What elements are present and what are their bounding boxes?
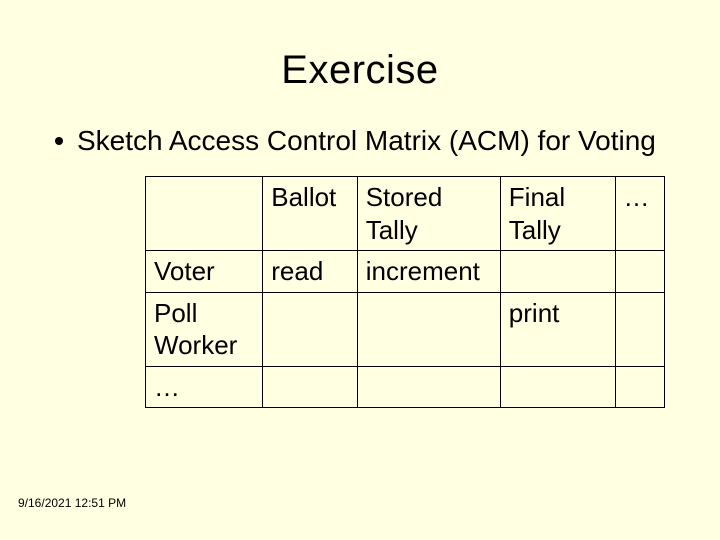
slide-title: Exercise <box>0 0 720 93</box>
cell <box>500 251 615 293</box>
table-header-row: Ballot Stored Tally Final Tally … <box>146 177 665 251</box>
header-cell-stored-tally: Stored Tally <box>357 177 500 251</box>
cell <box>357 292 500 366</box>
header-cell-ballot: Ballot <box>263 177 357 251</box>
bullet-dot <box>55 137 63 145</box>
acm-table: Ballot Stored Tally Final Tally … Voter … <box>145 176 665 408</box>
table-row: Poll Worker print <box>146 292 665 366</box>
cell <box>357 366 500 408</box>
slide: Exercise Sketch Access Control Matrix (A… <box>0 0 720 540</box>
table-row: Voter read increment <box>146 251 665 293</box>
table-row: … <box>146 366 665 408</box>
row-label: Voter <box>146 251 263 293</box>
bullet-item: Sketch Access Control Matrix (ACM) for V… <box>55 123 665 158</box>
cell <box>615 251 664 293</box>
slide-body: Sketch Access Control Matrix (ACM) for V… <box>0 93 720 408</box>
cell <box>500 366 615 408</box>
footer-timestamp: 9/16/2021 12:51 PM <box>18 496 126 510</box>
cell: print <box>500 292 615 366</box>
cell <box>615 366 664 408</box>
row-label: … <box>146 366 263 408</box>
row-label: Poll Worker <box>146 292 263 366</box>
header-cell-ellipsis: … <box>615 177 664 251</box>
cell <box>263 292 357 366</box>
acm-table-wrap: Ballot Stored Tally Final Tally … Voter … <box>145 176 665 408</box>
cell <box>615 292 664 366</box>
header-cell-rowlabel <box>146 177 263 251</box>
header-cell-final-tally: Final Tally <box>500 177 615 251</box>
cell <box>263 366 357 408</box>
bullet-text: Sketch Access Control Matrix (ACM) for V… <box>77 123 665 158</box>
cell: read <box>263 251 357 293</box>
cell: increment <box>357 251 500 293</box>
